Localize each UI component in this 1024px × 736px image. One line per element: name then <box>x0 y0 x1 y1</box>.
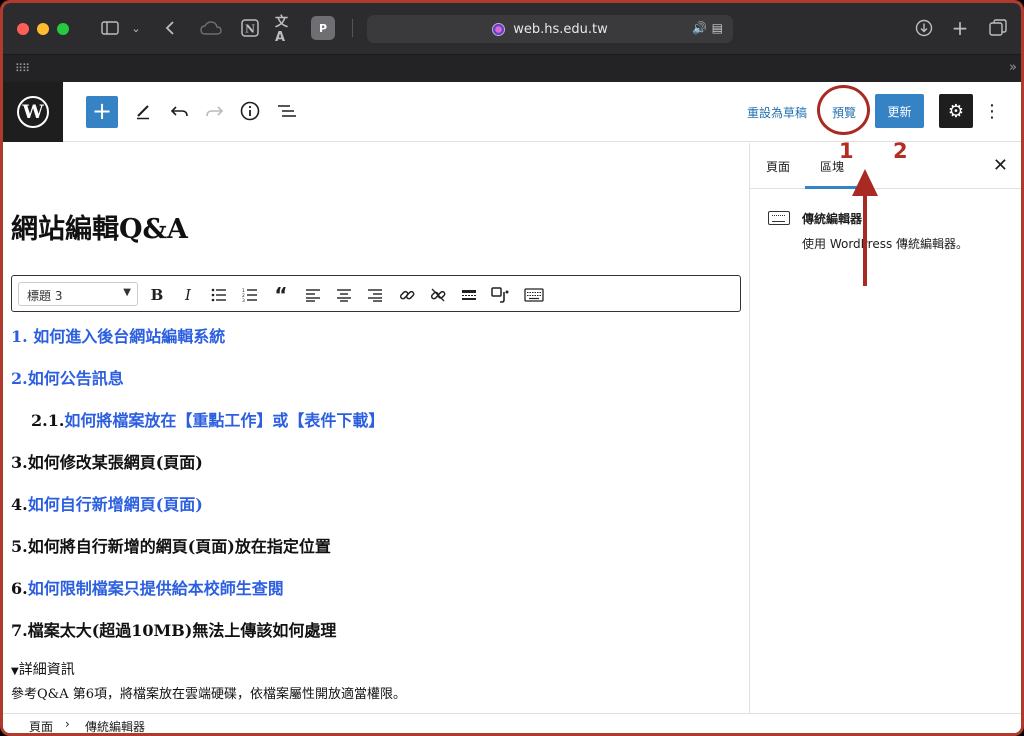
format-select[interactable]: 標題 3 ▼ <box>18 282 138 306</box>
speaker-icon[interactable]: 🔊 <box>692 21 707 35</box>
faq-item-2[interactable]: 2.如何公告訊息 <box>11 365 124 389</box>
bold-icon[interactable]: B <box>146 284 168 306</box>
faq-item-4: 4.如何自行新增網頁(頁面) <box>11 491 203 515</box>
faq-item-2-1-link[interactable]: 如何將檔案放在【重點工作】或【表件下載】 <box>64 411 384 430</box>
switch-to-draft-button[interactable]: 重設為草稿 <box>747 104 807 121</box>
window-controls <box>17 22 69 35</box>
svg-text:N: N <box>245 23 255 36</box>
keyboard-shortcuts-icon[interactable] <box>522 284 546 306</box>
back-icon[interactable] <box>159 17 181 39</box>
tabs-overview-icon[interactable] <box>987 17 1009 39</box>
breadcrumb-root[interactable]: 頁面 <box>29 718 53 733</box>
toolbar-toggle-icon[interactable] <box>490 284 512 306</box>
faq-item-6-link[interactable]: 如何限制檔案只提供給本校師生查閱 <box>28 579 284 598</box>
italic-icon[interactable]: I <box>177 284 199 306</box>
faq-item-6: 6.如何限制檔案只提供給本校師生查閱 <box>11 575 284 599</box>
address-bar[interactable]: web.hs.edu.tw 🔊 ▤ <box>367 15 733 43</box>
editor-canvas: 網站編輯Q&A 標題 3 ▼ B I 123 “ 1. 如何進入後台網站編輯系統… <box>3 143 748 713</box>
details-text: 參考Q&A 第6項，將檔案放在雲端硬碟，依檔案屬性開放適當權限。 <box>11 687 407 702</box>
align-center-icon[interactable] <box>333 284 355 306</box>
settings-gear-icon[interactable]: ⚙ <box>939 94 973 128</box>
svg-text:3: 3 <box>242 298 245 302</box>
insert-link-icon[interactable] <box>396 284 418 306</box>
chevron-down-icon[interactable]: ⌄ <box>125 17 147 39</box>
details-summary-label: 詳細資訊 <box>18 662 75 678</box>
more-favorites-icon[interactable]: » <box>1009 60 1017 75</box>
block-card-title: 傳統編輯器 <box>802 212 863 226</box>
align-left-icon[interactable] <box>302 284 324 306</box>
align-right-icon[interactable] <box>364 284 386 306</box>
close-window-button[interactable] <box>17 22 29 35</box>
wordpress-logo-button[interactable]: W <box>3 82 63 142</box>
p-extension-icon[interactable]: P <box>311 16 335 40</box>
faq-item-1[interactable]: 1. 如何進入後台網站編輯系統 <box>11 323 225 347</box>
add-block-button[interactable]: + <box>86 96 118 128</box>
translate-icon[interactable]: 文A <box>275 15 297 45</box>
numbered-list-icon[interactable]: 123 <box>239 284 261 306</box>
faq-item-3: 3.如何修改某張網頁(頁面) <box>11 453 203 472</box>
download-icon[interactable] <box>913 17 935 39</box>
block-breadcrumb: 頁面 › 傳統編輯器 <box>3 713 1021 734</box>
sidebar-icon[interactable] <box>99 17 121 39</box>
faq-item-4-link[interactable]: 如何自行新增網頁(頁面) <box>28 495 203 514</box>
faq-item-4-number: 4. <box>11 495 28 514</box>
chevron-right-icon: › <box>65 717 70 731</box>
post-title[interactable]: 網站編輯Q&A <box>11 207 188 246</box>
triangle-down-icon: ▼ <box>11 666 19 677</box>
notion-icon[interactable]: N <box>239 17 261 39</box>
undo-icon[interactable] <box>168 99 192 123</box>
tab-page[interactable]: 頁面 <box>766 158 790 175</box>
classic-editor-toolbar: 標題 3 ▼ B I 123 “ <box>11 275 741 312</box>
details-summary[interactable]: ▼詳細資訊 <box>11 659 75 679</box>
faq-item-2-1: 2.1.如何將檔案放在【重點工作】或【表件下載】 <box>31 407 384 431</box>
list-view-icon[interactable] <box>275 99 299 123</box>
minimize-window-button[interactable] <box>37 22 49 35</box>
settings-sidebar: 頁面 區塊 ✕ 傳統編輯器 使用 WordPress 傳統編輯器。 <box>749 143 1021 713</box>
zoom-window-button[interactable] <box>57 22 69 35</box>
cloud-icon[interactable] <box>200 17 222 39</box>
active-tab-indicator <box>805 186 863 189</box>
redo-icon[interactable] <box>202 99 226 123</box>
reader-icon[interactable]: ▤ <box>712 21 723 35</box>
url-text: web.hs.edu.tw <box>513 21 608 37</box>
more-options-icon[interactable]: ⋮ <box>983 99 1001 123</box>
faq-item-7: 7.檔案太大(超過10MB)無法上傳該如何處理 <box>11 621 337 640</box>
update-button[interactable]: 更新 <box>875 94 924 128</box>
blockquote-icon[interactable]: “ <box>270 283 292 307</box>
classic-block-keyboard-icon <box>768 211 790 225</box>
faq-item-5: 5.如何將自行新增的網頁(頁面)放在指定位置 <box>11 537 331 556</box>
browser-titlebar: ⌄ N 文A P web.hs.edu.tw 🔊 ▤ + <box>3 3 1021 54</box>
remove-link-icon[interactable] <box>427 284 449 306</box>
preview-highlight-circle <box>817 85 870 135</box>
browser-window: ⌄ N 文A P web.hs.edu.tw 🔊 ▤ + ⠿⠿ » W + 重設… <box>0 0 1024 736</box>
edit-pencil-icon[interactable] <box>131 99 155 123</box>
breadcrumb-current: 傳統編輯器 <box>85 720 146 734</box>
grid-icon[interactable]: ⠿⠿ <box>15 62 30 75</box>
caret-down-icon: ▼ <box>123 287 131 298</box>
block-card-description: 使用 WordPress 傳統編輯器。 <box>802 237 969 251</box>
bulleted-list-icon[interactable] <box>208 284 230 306</box>
toolbar-divider <box>352 19 353 37</box>
wordpress-logo-icon: W <box>17 96 49 128</box>
info-icon[interactable] <box>238 99 262 123</box>
faq-item-6-number: 6. <box>11 579 28 598</box>
site-favicon-icon <box>492 22 506 36</box>
faq-item-2-1-number: 2.1. <box>31 411 65 430</box>
read-more-icon[interactable] <box>458 284 480 306</box>
favorites-bar: ⠿⠿ » <box>3 54 1021 82</box>
close-icon[interactable]: ✕ <box>993 155 1008 176</box>
annotation-number-1: 1 <box>839 139 854 163</box>
format-select-value: 標題 3 <box>27 289 63 303</box>
annotation-number-2: 2 <box>893 139 908 163</box>
sidebar-tabs: 頁面 區塊 ✕ <box>750 143 1021 189</box>
new-tab-icon[interactable]: + <box>949 16 971 40</box>
